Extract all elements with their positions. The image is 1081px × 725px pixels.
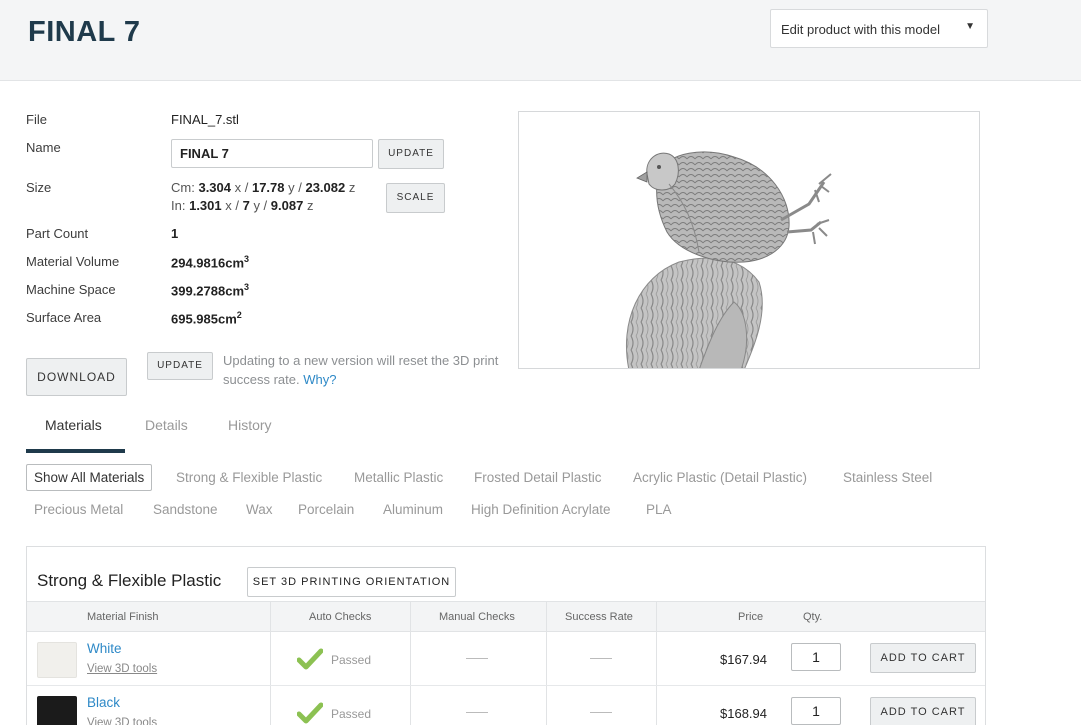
col-price: Price [738,611,764,623]
col-manual-checks: Manual Checks [439,611,515,623]
filter-stainless-steel[interactable]: Stainless Steel [843,470,932,485]
why-link[interactable]: Why? [303,372,336,387]
part-count-value: 1 [171,226,179,241]
size-cm: Cm: 3.304 x / 17.78 y / 23.082 z [171,180,356,195]
filter-porcelain[interactable]: Porcelain [298,502,354,517]
page-header: FINAL 7 Edit product with this model ▼ [0,0,1081,81]
material-name-link[interactable]: White [87,641,122,656]
auto-check-status: Passed [331,707,372,721]
col-qty: Qty. [803,611,823,623]
machine-space-label: Machine Space [26,282,116,297]
quantity-input[interactable] [791,643,841,671]
material-volume-value: 294.9816cm3 [171,254,250,271]
file-value: FINAL_7.stl [171,112,239,127]
tab-materials[interactable]: Materials [45,417,102,433]
edit-product-select-label: Edit product with this model [781,22,940,37]
filter-strong-flexible[interactable]: Strong & Flexible Plastic [176,470,322,485]
tab-details[interactable]: Details [145,417,188,433]
material-volume-label: Material Volume [26,254,120,269]
filter-wax[interactable]: Wax [246,502,273,517]
tab-active-indicator [26,449,125,453]
panel-title: Strong & Flexible Plastic [37,571,222,590]
material-panel: Strong & Flexible Plastic SET 3D PRINTIN… [26,546,986,725]
file-label: File [26,112,47,127]
filter-metallic-plastic[interactable]: Metallic Plastic [354,470,443,485]
check-icon [297,702,323,724]
view-3d-tools-link[interactable]: View 3D tools [87,717,157,725]
material-swatch-black [37,696,77,725]
model-render [625,151,832,368]
filter-frosted-detail[interactable]: Frosted Detail Plastic [474,470,602,485]
add-to-cart-button[interactable]: ADD TO CART [870,697,976,725]
price: $168.94 [720,706,767,721]
tab-history[interactable]: History [228,417,272,433]
surface-area-value: 695.985cm2 [171,310,242,327]
version-update-button[interactable]: UPDATE [147,352,213,380]
filter-hd-acrylate[interactable]: High Definition Acrylate [471,502,611,517]
check-icon [297,648,323,670]
name-update-button[interactable]: UPDATE [378,139,444,169]
filter-acrylic-plastic[interactable]: Acrylic Plastic (Detail Plastic) [633,470,807,485]
size-label: Size [26,180,52,195]
quantity-input[interactable] [791,697,841,725]
success-rate-empty [590,712,612,713]
filter-show-all[interactable]: Show All Materials [26,464,153,491]
manual-checks-empty [466,658,488,659]
material-swatch-white [37,642,77,678]
filter-precious-metal[interactable]: Precious Metal [34,502,123,517]
surface-area-label: Surface Area [26,310,102,325]
caret-down-icon: ▼ [965,21,975,32]
update-note: Updating to a new version will reset the… [223,353,499,387]
part-count-label: Part Count [26,226,89,241]
filter-sandstone[interactable]: Sandstone [153,502,218,517]
model-preview[interactable] [518,111,980,369]
price: $167.94 [720,652,767,667]
table-row: White View 3D tools Passed $167.94 ADD T… [27,632,985,686]
col-material-finish: Material Finish [87,611,159,623]
success-rate-empty [590,658,612,659]
manual-checks-empty [466,712,488,713]
table-row: Black View 3D tools Passed $168.94 ADD T… [27,686,985,725]
view-3d-tools-link[interactable]: View 3D tools [87,663,157,675]
size-in: In: 1.301 x / 7 y / 9.087 z [171,198,314,213]
col-auto-checks: Auto Checks [309,611,372,623]
filter-pla[interactable]: PLA [646,502,672,517]
name-input[interactable] [171,139,373,168]
filter-aluminum[interactable]: Aluminum [383,502,443,517]
table-header: Material Finish Auto Checks Manual Check… [27,601,985,632]
set-orientation-button[interactable]: SET 3D PRINTING ORIENTATION [247,567,456,597]
add-to-cart-button[interactable]: ADD TO CART [870,643,976,673]
scale-button[interactable]: SCALE [386,183,445,213]
material-name-link[interactable]: Black [87,695,120,710]
edit-product-select[interactable]: Edit product with this model ▼ [770,9,988,48]
machine-space-value: 399.2788cm3 [171,282,250,299]
name-label: Name [26,140,61,155]
download-button[interactable]: DOWNLOAD [26,358,127,396]
col-success-rate: Success Rate [565,611,633,623]
auto-check-status: Passed [331,653,372,667]
page-title: FINAL 7 [28,16,141,48]
